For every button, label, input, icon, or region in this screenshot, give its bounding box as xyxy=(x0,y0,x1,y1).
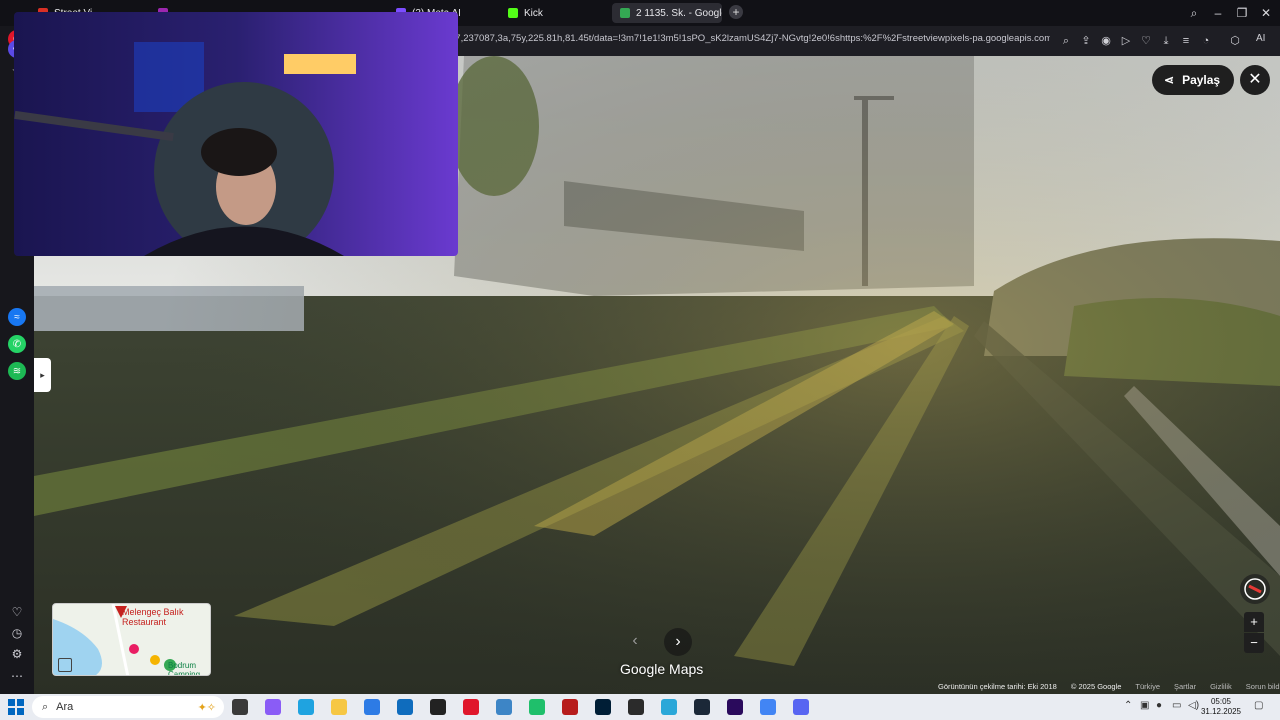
app-blue-icon[interactable] xyxy=(496,699,512,715)
windows-start-icon[interactable] xyxy=(8,699,24,715)
report-problem-link[interactable]: Sorun bildirin xyxy=(1246,682,1280,694)
clock-date: 31.12.2025 xyxy=(1200,707,1242,716)
steelseries-icon[interactable] xyxy=(430,699,446,715)
chevron-up-icon[interactable]: ⌃ xyxy=(1124,700,1132,711)
extension-icon[interactable]: ⬡ xyxy=(1228,34,1242,48)
search-placeholder: Ara xyxy=(56,701,74,713)
share-button[interactable]: ⋖ Paylaş xyxy=(1152,65,1235,95)
settings-icon[interactable]: ⚙ xyxy=(8,645,26,663)
heart-icon[interactable]: ♡ xyxy=(1139,34,1153,48)
outlook-icon[interactable] xyxy=(397,699,413,715)
minimap[interactable]: Melengeç Balık Restaurant Bodrum Camping xyxy=(52,603,211,676)
premiere-icon[interactable] xyxy=(727,699,743,715)
task-view-icon[interactable] xyxy=(232,699,248,715)
download-icon[interactable]: ⤓ xyxy=(1159,34,1173,48)
ai-button[interactable]: AI xyxy=(1256,33,1265,44)
clock[interactable]: 05:05 31.12.2025 xyxy=(1196,697,1246,717)
app-cyan-icon[interactable] xyxy=(661,699,677,715)
webcam-overlay xyxy=(14,12,458,256)
maps-icon xyxy=(620,8,630,18)
tab-title: Kick xyxy=(524,7,543,19)
search-icon[interactable]: ⌕ xyxy=(1186,5,1202,21)
taskbar-search[interactable]: ⌕ Ara ✦✧ xyxy=(32,696,224,718)
notification-icon[interactable]: ▢ xyxy=(1254,700,1263,711)
maximize-icon[interactable]: ❐ xyxy=(1234,5,1250,21)
history-icon[interactable]: ◷ xyxy=(8,624,26,642)
messenger-icon[interactable]: ≈ xyxy=(8,308,26,326)
tab-google-maps[interactable]: 2 1135. Sk. - Google Harit xyxy=(612,3,722,23)
more-icon[interactable]: ⋯ xyxy=(8,667,26,685)
attribution-bar: Görüntünün çekilme tarihi: Eki 2018 © 20… xyxy=(938,682,1280,694)
address-bar[interactable]: 27,237087,3a,75y,225.81h,81.45t/data=!3m… xyxy=(450,33,1050,49)
edge-icon[interactable] xyxy=(298,699,314,715)
kick-icon xyxy=(508,8,518,18)
tab-title: 2 1135. Sk. - Google Harit xyxy=(636,7,722,19)
terminal-icon[interactable] xyxy=(628,699,644,715)
zoom-in-button[interactable]: + xyxy=(1244,612,1264,632)
zoom-out-button[interactable]: − xyxy=(1244,633,1264,653)
country-link[interactable]: Türkiye xyxy=(1135,682,1160,694)
taskbar: ⌕ Ara ✦✧ ⌃ ▣ ● ▭ ◁) 05:05 31.12.2025 ▢ xyxy=(0,694,1280,720)
display-icon[interactable]: ▭ xyxy=(1172,700,1181,711)
app-green-icon[interactable] xyxy=(529,699,545,715)
place-label[interactable]: Melengeç Balık Restaurant xyxy=(122,607,210,627)
send-icon[interactable]: ▷ xyxy=(1119,34,1133,48)
place-label[interactable]: Bodrum Camping xyxy=(168,661,210,675)
zoom-icon[interactable]: ⌕ xyxy=(1059,34,1073,48)
file-explorer-icon[interactable] xyxy=(331,699,347,715)
store-icon[interactable] xyxy=(364,699,380,715)
ai-label: AI xyxy=(1256,33,1266,44)
copyright: © 2025 Google xyxy=(1070,682,1122,691)
chrome-icon[interactable] xyxy=(760,699,776,715)
share-label: Paylaş xyxy=(1182,73,1221,87)
microphone-icon[interactable]: ● xyxy=(1156,700,1162,711)
close-icon: ✕ xyxy=(1248,71,1262,88)
capture-date: Görüntünün çekilme tarihi: Eki 2018 xyxy=(938,682,1057,691)
menu-icon[interactable]: ≡ xyxy=(1179,34,1193,48)
desktop: Street Vi... ⌄ (3) Meta AI Kick 2 1135. … xyxy=(0,0,1280,720)
tab-kick[interactable]: Kick xyxy=(500,3,605,23)
spotify-icon[interactable]: ≋ xyxy=(8,362,26,380)
terms-link[interactable]: Şartlar xyxy=(1174,682,1196,694)
photoshop-icon[interactable] xyxy=(595,699,611,715)
profile-icon[interactable]: ◔ xyxy=(1199,34,1213,48)
clock-time: 05:05 xyxy=(1210,697,1232,706)
minimize-icon[interactable]: – xyxy=(1210,5,1226,21)
webcam-feed xyxy=(14,12,458,256)
close-icon[interactable]: ✕ xyxy=(1258,5,1274,21)
copilot-icon[interactable] xyxy=(265,699,281,715)
app-red-icon[interactable] xyxy=(562,699,578,715)
heart-icon[interactable]: ♡ xyxy=(8,603,26,621)
steam-icon[interactable] xyxy=(694,699,710,715)
opera-icon[interactable] xyxy=(463,699,479,715)
whatsapp-icon[interactable]: ✆ xyxy=(8,335,26,353)
new-tab-button[interactable]: + xyxy=(729,5,743,19)
compass-icon[interactable] xyxy=(1240,574,1270,604)
expand-panel-button[interactable]: ▸ xyxy=(34,358,51,392)
close-street-view-button[interactable]: ✕ xyxy=(1240,65,1270,95)
network-icon[interactable]: ▣ xyxy=(1140,700,1149,711)
privacy-link[interactable]: Gizlilik xyxy=(1210,682,1232,694)
search-icon: ⌕ xyxy=(42,700,49,713)
next-image-button[interactable]: › xyxy=(664,628,692,656)
camera-icon[interactable]: ◉ xyxy=(1099,34,1113,48)
share-page-icon[interactable]: ⇪ xyxy=(1079,34,1093,48)
previous-image-button[interactable]: ‹ xyxy=(622,628,648,654)
share-icon: ⋖ xyxy=(1164,73,1175,87)
fullscreen-icon[interactable] xyxy=(58,658,72,672)
discord-icon[interactable] xyxy=(793,699,809,715)
chevron-right-icon: ▸ xyxy=(40,370,45,380)
google-maps-logo: Google Maps xyxy=(620,661,704,677)
copilot-sparkle-icon: ✦✧ xyxy=(197,701,216,714)
